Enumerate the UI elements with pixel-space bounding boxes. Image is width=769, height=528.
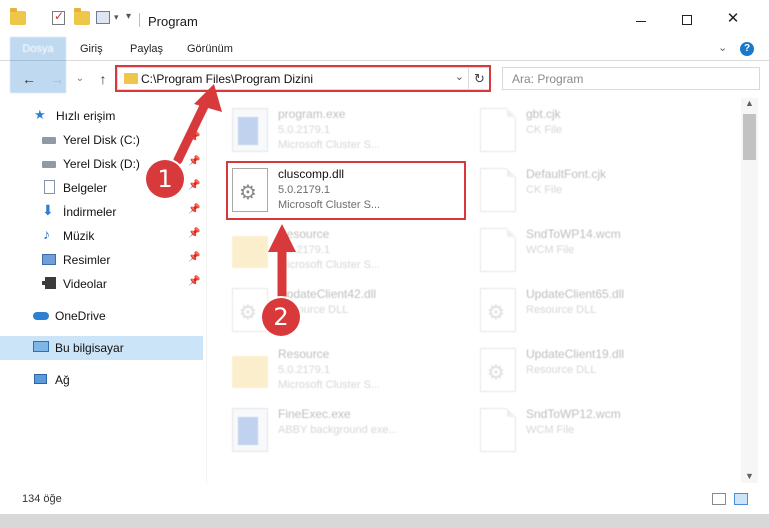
details-view-icon[interactable] [712,493,726,505]
item-count: 134 öğe [22,493,62,505]
large-icons-view-icon[interactable] [734,493,748,505]
arrow-to-file [268,224,296,303]
annotation-arrows [173,84,296,303]
status-bar: 134 öğe [0,484,769,514]
arrow-to-address-bar [173,84,222,165]
step-badge-1: 1 [146,160,184,198]
step-badge-2: 2 [262,298,300,336]
taskbar-edge [0,514,769,528]
